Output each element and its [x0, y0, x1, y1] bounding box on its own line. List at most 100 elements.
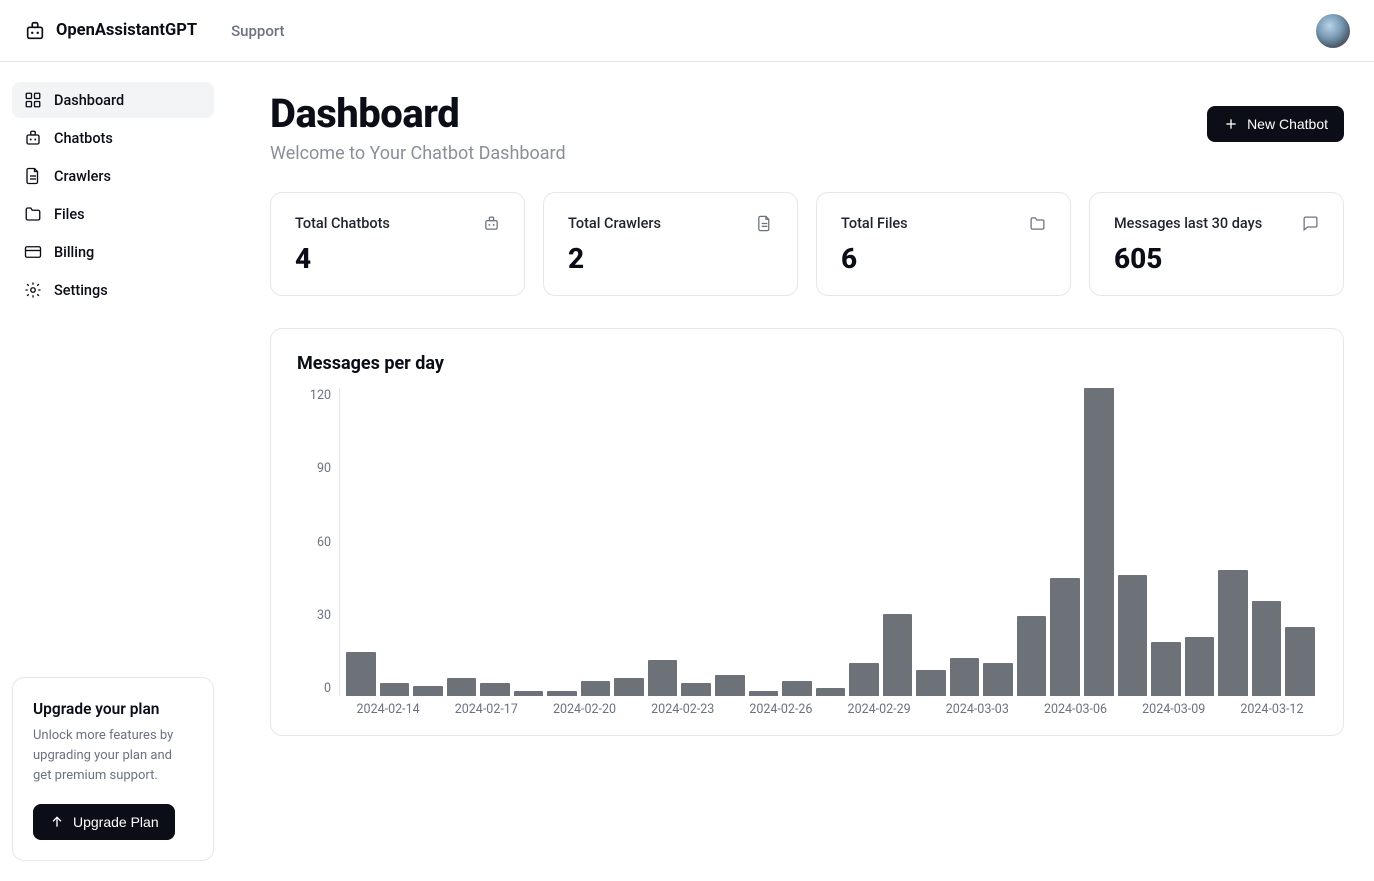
x-tick: 2024-03-09 — [1125, 702, 1223, 717]
stat-value: 2 — [568, 242, 773, 275]
stat-card-head: Total Files — [841, 215, 1046, 232]
stat-value: 4 — [295, 242, 500, 275]
plus-icon — [1223, 116, 1239, 132]
sidebar-item-label: Billing — [54, 244, 94, 261]
app-header: OpenAssistantGPT Support — [0, 0, 1374, 62]
page-title: Dashboard — [270, 90, 566, 137]
x-tick: 2024-03-03 — [928, 702, 1026, 717]
chart-bar[interactable] — [1185, 637, 1215, 696]
sidebar-item-settings[interactable]: Settings — [12, 272, 214, 308]
chart-y-axis: 1209060300 — [293, 388, 339, 696]
chart-bar[interactable] — [1084, 388, 1114, 696]
sidebar-item-label: Dashboard — [54, 92, 124, 109]
main: Dashboard Welcome to Your Chatbot Dashbo… — [226, 62, 1374, 881]
sidebar-item-dashboard[interactable]: Dashboard — [12, 82, 214, 118]
chart-bar[interactable] — [1050, 578, 1080, 696]
sidebar-item-label: Chatbots — [54, 130, 113, 147]
page-header: Dashboard Welcome to Your Chatbot Dashbo… — [270, 90, 1344, 164]
x-tick: 2024-02-23 — [634, 702, 732, 717]
sidebar: Dashboard Chatbots Crawlers Files Billing Set… — [0, 62, 226, 881]
chart-title: Messages per day — [297, 353, 1321, 374]
chart-bar[interactable] — [883, 614, 913, 696]
arrow-up-icon — [49, 814, 65, 830]
chart-bar[interactable] — [715, 675, 745, 696]
stat-label: Total Crawlers — [568, 215, 661, 232]
sidebar-item-chatbots[interactable]: Chatbots — [12, 120, 214, 156]
chart-bar[interactable] — [1218, 570, 1248, 696]
gear-icon — [24, 281, 42, 299]
chart-bar[interactable] — [681, 683, 711, 696]
upgrade-body: Unlock more features by upgrading your p… — [33, 726, 193, 786]
chart-inner: 1209060300 — [293, 388, 1321, 696]
stat-label: Messages last 30 days — [1114, 215, 1262, 232]
folder-icon — [24, 205, 42, 223]
stat-value: 605 — [1114, 242, 1319, 275]
stat-card: Total Files 6 — [816, 192, 1071, 296]
chart-bar[interactable] — [447, 678, 477, 696]
stat-card: Total Chatbots 4 — [270, 192, 525, 296]
chart-bar[interactable] — [749, 691, 779, 696]
x-tick: 2024-02-26 — [732, 702, 830, 717]
chart-bar[interactable] — [614, 678, 644, 696]
brand[interactable]: OpenAssistantGPT — [24, 20, 197, 42]
file-text-icon — [756, 215, 773, 232]
header-left: OpenAssistantGPT Support — [24, 20, 285, 42]
chart-bar[interactable] — [413, 686, 443, 696]
layout: Dashboard Chatbots Crawlers Files Billing Set… — [0, 62, 1374, 881]
x-tick: 2024-02-20 — [535, 702, 633, 717]
folder-icon — [1029, 215, 1046, 232]
sidebar-item-crawlers[interactable]: Crawlers — [12, 158, 214, 194]
chart-bar[interactable] — [816, 688, 846, 696]
support-link[interactable]: Support — [231, 22, 284, 40]
chart-bar[interactable] — [648, 660, 678, 696]
stat-value: 6 — [841, 242, 1046, 275]
chart-bar[interactable] — [983, 663, 1013, 696]
page-subtitle: Welcome to Your Chatbot Dashboard — [270, 143, 566, 164]
chart-bar[interactable] — [380, 683, 410, 696]
stat-row: Total Chatbots 4 Total Crawlers 2 Total File… — [270, 192, 1344, 296]
upgrade-title: Upgrade your plan — [33, 700, 193, 718]
sidebar-item-label: Settings — [54, 282, 108, 299]
bot-icon — [24, 129, 42, 147]
y-tick: 0 — [324, 681, 331, 696]
upgrade-cta-label: Upgrade Plan — [73, 814, 159, 830]
chart-bar[interactable] — [1151, 642, 1181, 696]
stat-label: Total Files — [841, 215, 908, 232]
chart-bar[interactable] — [480, 683, 510, 696]
sidebar-item-label: Crawlers — [54, 168, 111, 185]
stat-card: Total Crawlers 2 — [543, 192, 798, 296]
y-tick: 90 — [317, 461, 331, 476]
sidebar-item-billing[interactable]: Billing — [12, 234, 214, 270]
page-heading-block: Dashboard Welcome to Your Chatbot Dashbo… — [270, 90, 566, 164]
chart-bar[interactable] — [1118, 575, 1148, 696]
nav-list: Dashboard Chatbots Crawlers Files Billing Set… — [12, 82, 214, 308]
avatar[interactable] — [1316, 14, 1350, 48]
chart-bar[interactable] — [581, 681, 611, 696]
y-tick: 30 — [317, 608, 331, 623]
stat-card-head: Messages last 30 days — [1114, 215, 1319, 232]
chart-bar[interactable] — [950, 658, 980, 697]
chart-bar[interactable] — [1017, 616, 1047, 696]
x-tick: 2024-02-14 — [339, 702, 437, 717]
stat-card-head: Total Chatbots — [295, 215, 500, 232]
chart-card: Messages per day 1209060300 2024-02-1420… — [270, 328, 1344, 736]
chart-bar[interactable] — [782, 681, 812, 696]
credit-card-icon — [24, 243, 42, 261]
chart-bar[interactable] — [547, 691, 577, 696]
sidebar-item-files[interactable]: Files — [12, 196, 214, 232]
y-tick: 120 — [310, 388, 331, 403]
chart-bar[interactable] — [1252, 601, 1282, 696]
stat-card-head: Total Crawlers — [568, 215, 773, 232]
brand-name: OpenAssistantGPT — [56, 21, 197, 40]
sidebar-item-label: Files — [54, 206, 85, 223]
chart-bar[interactable] — [916, 670, 946, 696]
new-chatbot-button[interactable]: New Chatbot — [1207, 106, 1344, 142]
chart-bar[interactable] — [849, 663, 879, 696]
upgrade-plan-button[interactable]: Upgrade Plan — [33, 804, 175, 840]
chart-bar[interactable] — [346, 652, 376, 696]
bot-icon — [483, 215, 500, 232]
chart-bar[interactable] — [514, 691, 544, 696]
chat-icon — [1302, 215, 1319, 232]
chart-bar[interactable] — [1285, 627, 1315, 696]
file-text-icon — [24, 167, 42, 185]
